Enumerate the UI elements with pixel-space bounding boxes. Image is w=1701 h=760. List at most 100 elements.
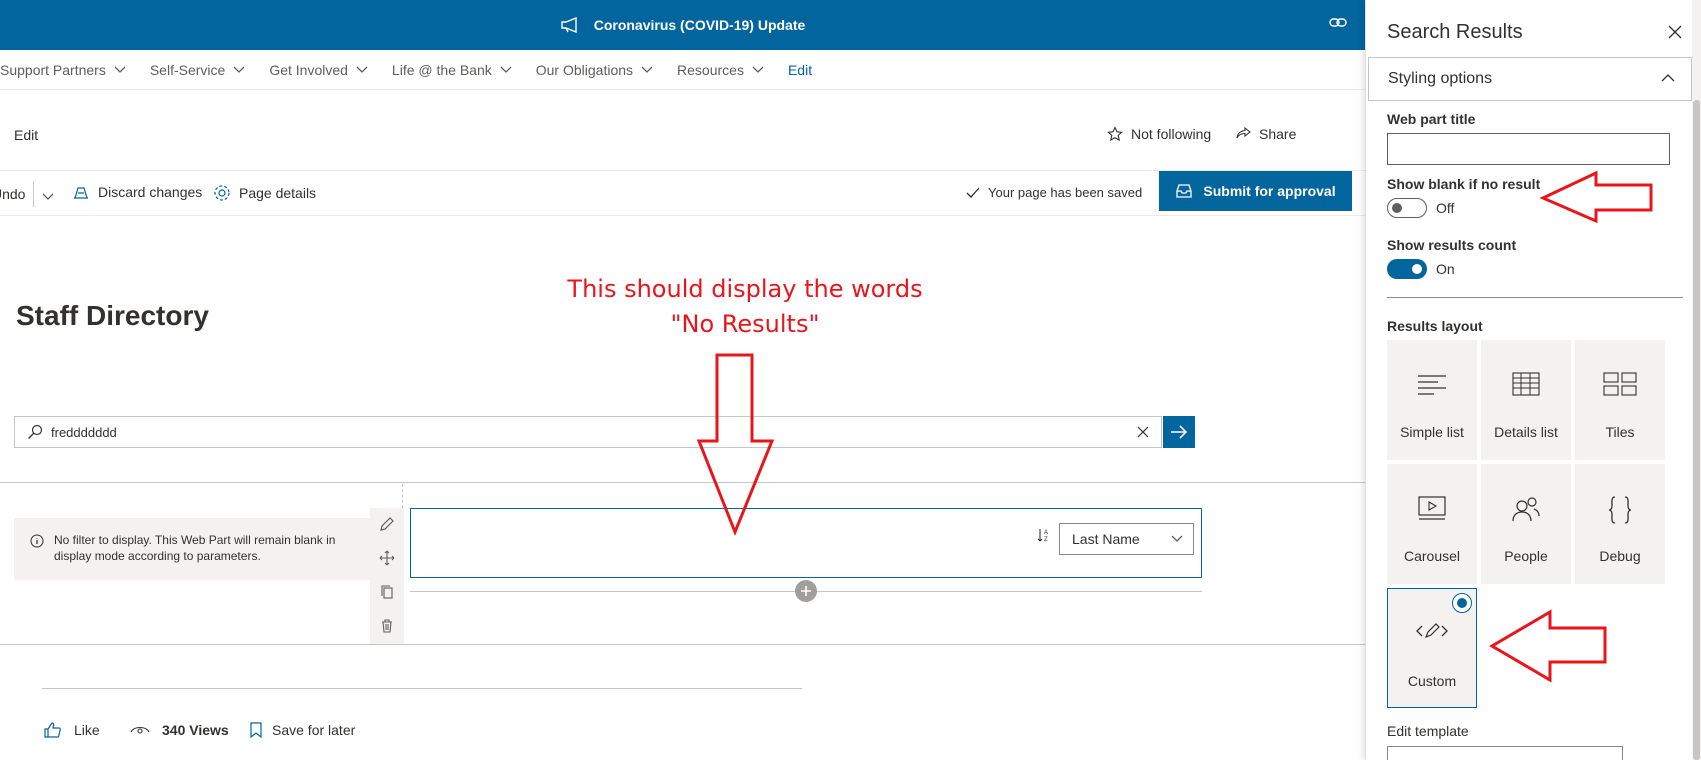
footer-divider [42, 688, 802, 689]
nav-edit-link[interactable]: Edit [788, 62, 812, 78]
chevron-down-icon [114, 66, 126, 73]
filter-message: No filter to display. This Web Part will… [54, 533, 336, 563]
discard-changes-button[interactable]: Discard changes [72, 184, 202, 200]
details-list-icon [1481, 372, 1571, 396]
search-results-webpart[interactable]: AZ Last Name [410, 508, 1202, 578]
toggle-knob [1392, 203, 1402, 213]
styling-options-accordion[interactable]: Styling options [1368, 57, 1692, 101]
save-for-later-button[interactable]: Save for later [250, 722, 355, 738]
bookmark-icon [250, 722, 262, 738]
star-icon [1107, 126, 1123, 142]
eye-icon [130, 726, 150, 734]
show-count-state: On [1436, 261, 1455, 277]
page-command-bar: Edit Not following Share [0, 120, 1365, 150]
page-footer: Like 340 Views Save for later [0, 722, 800, 746]
submit-for-approval-button[interactable]: Submit for approval [1159, 171, 1352, 211]
edit-button[interactable]: Edit [14, 127, 38, 143]
share-icon [1236, 126, 1251, 139]
edit-template-label: Edit template [1387, 723, 1469, 739]
section-divider-top [0, 482, 1365, 483]
link-icon[interactable] [1329, 16, 1347, 33]
views-count: 340 Views [130, 722, 229, 738]
layout-people[interactable]: People [1481, 464, 1571, 584]
move-icon[interactable] [379, 550, 395, 566]
nav-item-life-at-the-bank[interactable]: Life @ the Bank [392, 62, 512, 78]
share-button[interactable]: Share [1235, 126, 1296, 142]
debug-braces-icon [1575, 496, 1665, 524]
show-blank-toggle[interactable] [1387, 198, 1427, 218]
page-title: Staff Directory [16, 300, 209, 331]
site-navigation: Support Partners Self-Service Get Involv… [0, 50, 1365, 90]
show-blank-state: Off [1436, 200, 1455, 216]
selected-radio-indicator [1452, 593, 1472, 613]
section-label: Styling options [1388, 70, 1493, 87]
nav-item-self-service[interactable]: Self-Service [150, 62, 245, 78]
undo-label: Undo [0, 186, 26, 202]
discard-label: Discard changes [98, 184, 203, 200]
views-number: 340 [162, 722, 186, 738]
duplicate-icon[interactable] [379, 584, 395, 600]
search-submit-button[interactable] [1163, 416, 1195, 448]
webpart-toolbar [370, 508, 404, 644]
follow-label: Not following [1131, 126, 1212, 142]
layout-custom[interactable]: Custom [1387, 588, 1477, 708]
sort-icon[interactable]: AZ [1036, 527, 1052, 543]
delete-icon[interactable] [379, 618, 395, 634]
sharepoint-page: Coronavirus (COVID-19) Update Support Pa… [0, 0, 1701, 760]
section-divider-bottom [0, 644, 1365, 645]
banner-title: Coronavirus (COVID-19) Update [593, 17, 806, 33]
annotation-line-2: "No Results" [670, 310, 820, 338]
nav-label: Support Partners [0, 61, 106, 78]
chevron-down-icon [356, 66, 368, 73]
nav-item-our-obligations[interactable]: Our Obligations [536, 62, 653, 78]
annotation-text: This should display the words "No Result… [520, 272, 970, 342]
search-value: freddddddd [51, 424, 117, 440]
panel-scrollbar[interactable] [1692, 0, 1701, 760]
tiles-icon [1575, 372, 1665, 396]
layout-label: Details list [1494, 424, 1558, 440]
arrow-right-icon [1171, 425, 1188, 439]
follow-button[interactable]: Not following [1107, 126, 1211, 142]
layout-tiles[interactable]: Tiles [1575, 340, 1665, 460]
scrollbar-thumb[interactable] [1693, 100, 1700, 760]
plus-icon [801, 586, 811, 596]
edit-toolbar: Undo Discard changes Page details Your p… [0, 170, 1365, 216]
chevron-down-icon [233, 66, 245, 73]
layout-details-list[interactable]: Details list [1481, 340, 1571, 460]
sort-value: Last Name [1072, 531, 1140, 547]
annotation-line-1: This should display the words [567, 275, 923, 303]
layout-carousel[interactable]: Carousel [1387, 464, 1477, 584]
show-count-toggle[interactable] [1387, 259, 1427, 279]
close-icon[interactable] [1668, 25, 1682, 39]
chevron-down-icon [500, 66, 512, 73]
filter-webpart: No filter to display. This Web Part will… [14, 518, 370, 580]
show-blank-label: Show blank if no result [1387, 176, 1541, 192]
save-for-later-label: Save for later [272, 722, 356, 738]
undo-button[interactable]: Undo [0, 186, 30, 202]
layout-debug[interactable]: Debug [1575, 464, 1665, 584]
like-label: Like [74, 722, 100, 738]
edit-pencil-icon[interactable] [379, 516, 395, 532]
nav-item-support-partners[interactable]: Support Partners [0, 62, 126, 78]
search-icon [27, 424, 43, 440]
submit-label: Submit for approval [1203, 183, 1336, 199]
undo-dropdown-chevron-icon[interactable] [42, 188, 62, 204]
add-section-button[interactable] [795, 580, 817, 602]
nav-label: Resources [677, 61, 744, 78]
sort-dropdown[interactable]: Last Name [1059, 523, 1194, 555]
nav-item-get-involved[interactable]: Get Involved [269, 62, 368, 78]
thumbs-up-icon [44, 722, 61, 738]
layout-simple-list[interactable]: Simple list [1387, 340, 1477, 460]
page-details-label: Page details [239, 185, 317, 201]
clear-icon[interactable] [1137, 426, 1149, 438]
covid-banner[interactable]: Coronavirus (COVID-19) Update [0, 0, 1365, 50]
nav-item-resources[interactable]: Resources [677, 62, 764, 78]
inbox-icon [1176, 184, 1193, 198]
save-status-text: Your page has been saved [988, 185, 1143, 200]
views-label: Views [189, 722, 229, 738]
page-details-button[interactable]: Page details [213, 184, 316, 202]
web-part-title-field[interactable] [1387, 133, 1670, 165]
search-input[interactable]: freddddddd [14, 416, 1162, 448]
edit-template-field[interactable] [1387, 746, 1623, 760]
like-button[interactable]: Like [44, 722, 100, 738]
